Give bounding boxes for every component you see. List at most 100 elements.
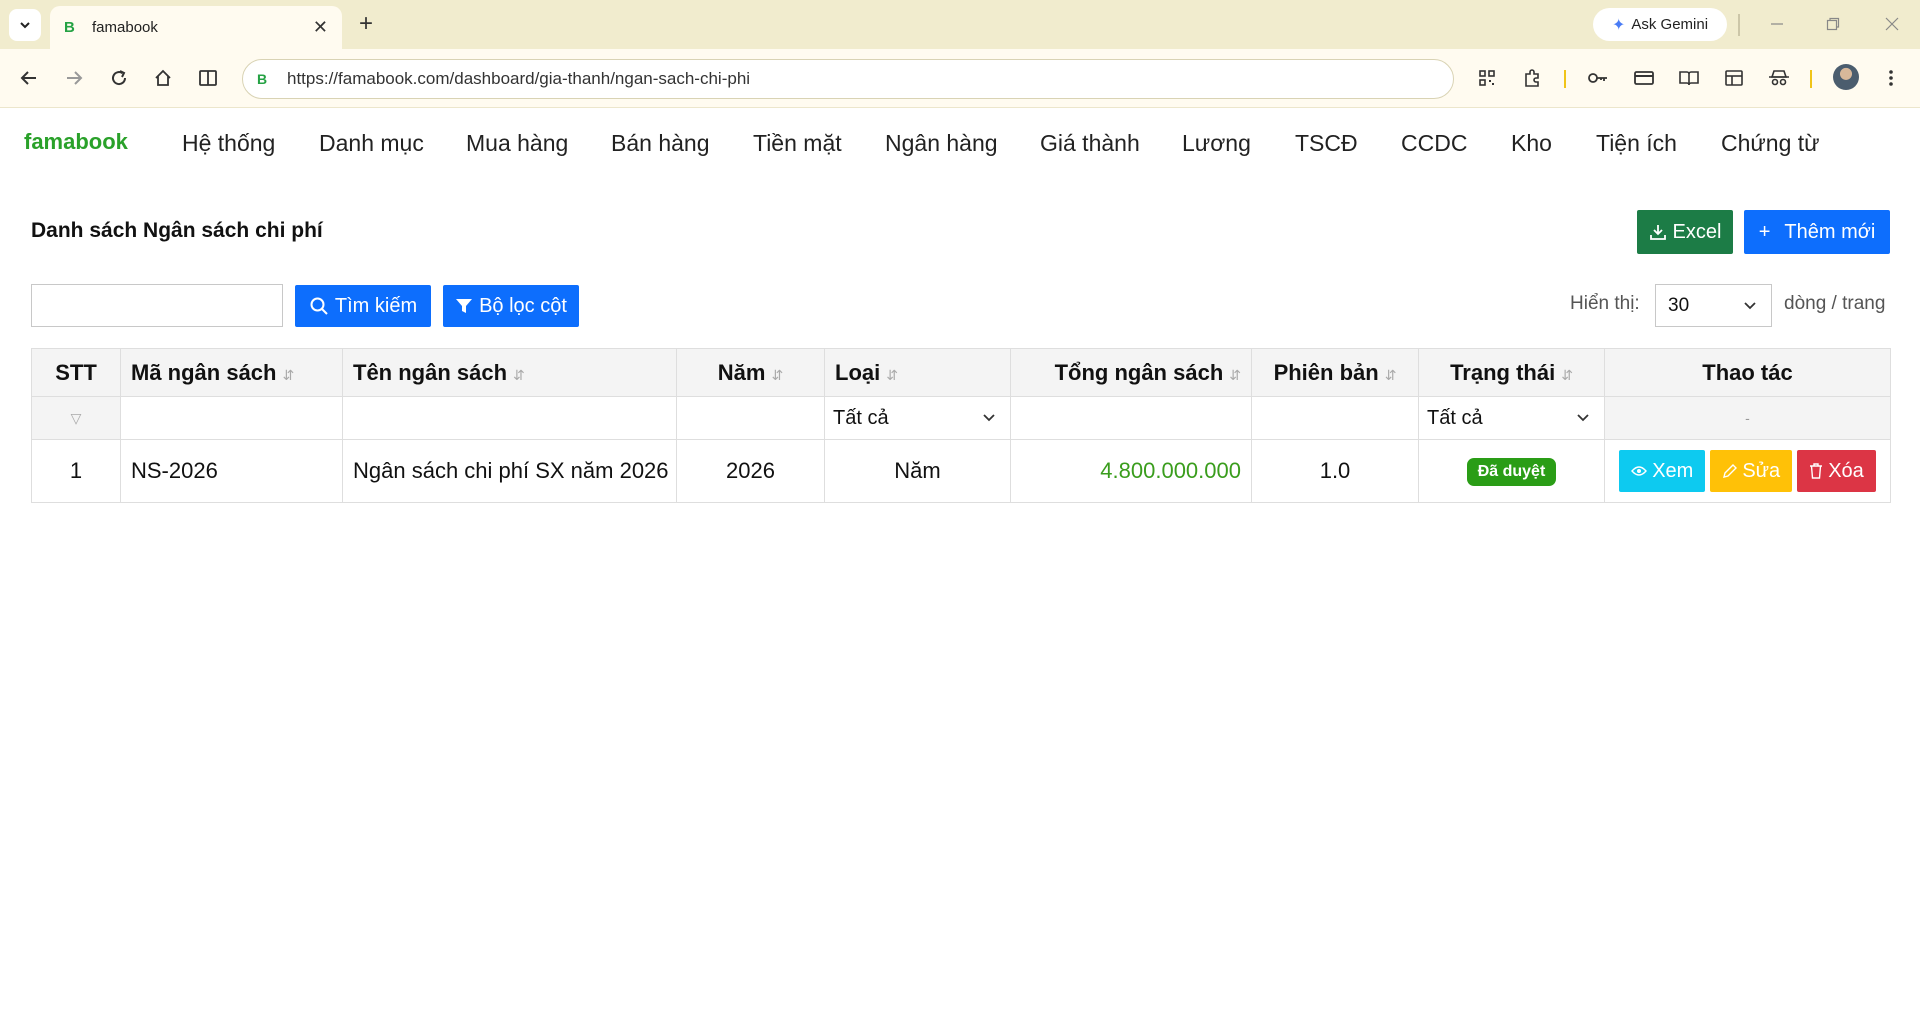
sort-icon[interactable]: ⇵ (1385, 367, 1397, 383)
filter-year-input[interactable] (676, 396, 825, 440)
window-controls-divider (1738, 14, 1740, 36)
reading-mode-button[interactable] (1674, 63, 1704, 93)
page-size-select[interactable]: 30 (1655, 284, 1772, 327)
cell-stt: 1 (31, 439, 121, 503)
page-title: Danh sách Ngân sách chi phí (31, 219, 323, 242)
tab-title: famabook (92, 19, 158, 36)
header-status[interactable]: Trạng thái ⇵ (1418, 348, 1605, 397)
view-button[interactable]: Xem (1619, 450, 1706, 492)
filter-cell-stt: ▽ (31, 396, 121, 440)
excel-export-button[interactable]: Excel (1637, 210, 1733, 254)
nav-item-ban-hang[interactable]: Bán hàng (611, 130, 709, 157)
close-window-button[interactable] (1872, 8, 1912, 40)
home-icon (155, 69, 171, 86)
back-button[interactable] (14, 63, 44, 93)
filter-total-input[interactable] (1010, 396, 1252, 440)
gemini-sparkle-icon: ✦ (1611, 16, 1626, 34)
minimize-button[interactable] (1757, 8, 1797, 40)
toolbar-divider (1564, 70, 1566, 88)
nav-item-ngan-hang[interactable]: Ngân hàng (885, 130, 998, 157)
sort-icon[interactable]: ⇵ (513, 367, 525, 383)
filter-version-input[interactable] (1251, 396, 1419, 440)
nav-item-ccdc[interactable]: CCDC (1401, 130, 1467, 157)
nav-item-tien-mat[interactable]: Tiền mặt (753, 130, 842, 157)
chevron-down-icon (1744, 301, 1756, 309)
browser-tab-famabook[interactable]: B famabook ✕ (50, 6, 342, 49)
payment-methods-button[interactable] (1629, 63, 1659, 93)
home-button[interactable] (148, 63, 178, 93)
book-icon (1679, 71, 1699, 86)
qr-code-button[interactable] (1472, 63, 1502, 93)
cell-total: 4.800.000.000 (1010, 439, 1252, 503)
filter-name-input[interactable] (342, 396, 677, 440)
header-version[interactable]: Phiên bản ⇵ (1251, 348, 1419, 397)
tab-groups-button[interactable] (1719, 63, 1749, 93)
nav-item-tscd[interactable]: TSCĐ (1295, 130, 1358, 157)
excel-label: Excel (1672, 220, 1722, 243)
reload-button[interactable] (104, 63, 134, 93)
cell-actions: Xem Sửa Xóa (1604, 439, 1891, 503)
header-type[interactable]: Loại ⇵ (824, 348, 1011, 397)
tab-search-button[interactable] (9, 9, 41, 41)
chevron-down-icon (20, 22, 30, 29)
plus-icon: + (1758, 220, 1771, 243)
table-row: 1 NS-2026 Ngân sách chi phí SX năm 2026 … (31, 439, 1891, 503)
browser-menu-button[interactable] (1876, 63, 1906, 93)
brand-logo[interactable]: famabook (24, 129, 128, 155)
restore-icon (1826, 17, 1840, 31)
close-icon[interactable]: ✕ (313, 17, 328, 38)
header-name[interactable]: Tên ngân sách ⇵ (342, 348, 677, 397)
nav-item-tien-ich[interactable]: Tiện ích (1596, 130, 1677, 157)
filter-type-select[interactable]: Tất cả (824, 396, 1011, 440)
column-filter-label: Bộ lọc cột (479, 294, 567, 317)
nav-item-luong[interactable]: Lương (1182, 130, 1251, 157)
delete-button[interactable]: Xóa (1797, 450, 1876, 492)
site-info-icon[interactable]: B (257, 71, 287, 87)
funnel-outline-icon: ▽ (70, 409, 82, 426)
filter-status-select[interactable]: Tất cả (1418, 396, 1605, 440)
forward-button[interactable] (59, 63, 89, 93)
ask-gemini-button[interactable]: ✦ Ask Gemini (1593, 8, 1727, 41)
profile-avatar[interactable] (1833, 64, 1859, 90)
nav-item-mua-hang[interactable]: Mua hàng (466, 130, 568, 157)
header-code[interactable]: Mã ngân sách ⇵ (120, 348, 343, 397)
toolbar-divider-2 (1810, 70, 1812, 88)
extensions-button[interactable] (1517, 63, 1547, 93)
incognito-icon (1769, 70, 1789, 86)
sort-icon[interactable]: ⇵ (1229, 367, 1241, 383)
sort-icon[interactable]: ⇵ (1561, 367, 1573, 383)
nav-item-gia-thanh[interactable]: Giá thành (1040, 130, 1140, 157)
close-window-icon (1885, 17, 1899, 31)
sort-icon[interactable]: ⇵ (886, 367, 898, 383)
app-navbar: famabook Hệ thống Danh mục Mua hàng Bán … (0, 109, 1920, 177)
add-new-button[interactable]: + Thêm mới (1744, 210, 1890, 254)
table-layout-icon (1725, 70, 1743, 86)
address-bar[interactable]: B https://famabook.com/dashboard/gia-tha… (242, 59, 1454, 99)
table-filter-row: ▽ Tất cả Tất cả - (31, 396, 1891, 440)
nav-item-he-thong[interactable]: Hệ thống (182, 130, 275, 157)
header-actions: Thao tác (1604, 348, 1891, 397)
search-button[interactable]: Tìm kiếm (295, 285, 431, 327)
password-manager-button[interactable] (1583, 63, 1613, 93)
incognito-button[interactable] (1764, 63, 1794, 93)
trash-icon (1810, 463, 1823, 479)
edit-button[interactable]: Sửa (1710, 450, 1793, 492)
sort-icon[interactable]: ⇵ (282, 367, 294, 383)
qr-code-icon (1479, 70, 1495, 86)
column-filter-button[interactable]: Bộ lọc cột (443, 285, 579, 327)
header-total[interactable]: Tổng ngân sách ⇵ (1010, 348, 1252, 397)
split-view-button[interactable] (193, 63, 223, 93)
nav-item-kho[interactable]: Kho (1511, 130, 1552, 157)
search-input[interactable] (31, 284, 283, 327)
restore-button[interactable] (1813, 8, 1853, 40)
sort-icon[interactable]: ⇵ (771, 367, 783, 383)
nav-item-danh-muc[interactable]: Danh mục (319, 130, 424, 157)
minimize-icon (1771, 23, 1783, 25)
status-badge: Đã duyệt (1466, 458, 1557, 486)
new-tab-button[interactable]: + (352, 10, 380, 38)
filter-code-input[interactable] (120, 396, 343, 440)
nav-item-chung-tu[interactable]: Chứng từ (1721, 130, 1820, 157)
rows-per-page-label: dòng / trang (1784, 293, 1886, 314)
header-year[interactable]: Năm ⇵ (676, 348, 825, 397)
filter-status-value: Tất cả (1427, 406, 1483, 429)
